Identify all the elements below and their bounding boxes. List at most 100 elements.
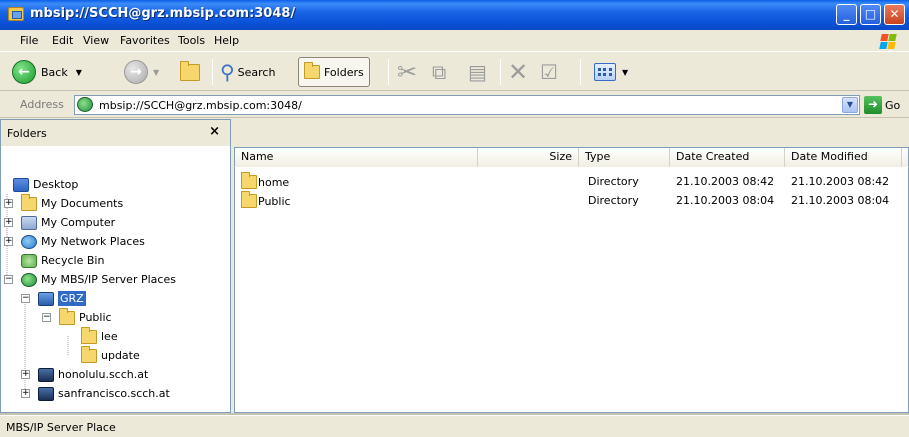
close-button[interactable]: ✕ <box>884 4 905 25</box>
file-list-header: Name Size Type Date Created Date Modifie… <box>234 147 909 167</box>
server-icon <box>38 386 54 401</box>
tree-item-my-network-places[interactable]: My Network Places <box>21 232 145 251</box>
minimize-button[interactable]: _ <box>836 4 857 25</box>
table-row[interactable]: Public Directory 21.10.2003 08:04 21.10.… <box>235 191 909 210</box>
desktop-icon <box>13 177 29 192</box>
computer-icon <box>21 215 37 230</box>
up-folder-icon <box>180 60 200 81</box>
tree-item-my-documents[interactable]: My Documents <box>21 193 124 213</box>
file-list: home Directory 21.10.2003 08:42 21.10.20… <box>234 167 909 413</box>
file-type: Directory <box>588 175 639 188</box>
forward-dropdown-icon[interactable]: ▼ <box>153 68 159 77</box>
cut-button[interactable]: ✂ <box>397 57 417 87</box>
tree-label: My Documents <box>41 197 124 210</box>
menu-help[interactable]: Help <box>214 34 239 47</box>
column-header-size[interactable]: Size <box>478 148 579 167</box>
delete-button[interactable]: ✕ <box>508 57 528 87</box>
file-created: 21.10.2003 08:04 <box>676 194 775 207</box>
tree-item-my-computer[interactable]: My Computer <box>21 213 115 232</box>
folders-tree: Desktop + My Documents + My Computer + M… <box>0 146 231 413</box>
properties-icon: ☑ <box>540 60 558 84</box>
forward-button[interactable]: → ▼ <box>124 57 159 87</box>
file-modified: 21.10.2003 08:04 <box>791 194 890 207</box>
mbs-server-places-icon <box>21 272 37 287</box>
menu-tools[interactable]: Tools <box>178 34 205 47</box>
folders-label: Folders <box>324 65 364 79</box>
collapse-toggle[interactable]: − <box>42 313 51 322</box>
tree-item-lee[interactable]: lee <box>81 326 118 346</box>
copy-button[interactable]: ⧉ <box>432 57 446 87</box>
tree-item-honolulu[interactable]: honolulu.scch.at <box>38 365 148 384</box>
views-dropdown-icon[interactable]: ▼ <box>622 68 628 77</box>
up-folder-button[interactable] <box>180 57 204 87</box>
menu-favorites[interactable]: Favorites <box>120 34 170 47</box>
back-dropdown-icon[interactable]: ▼ <box>76 68 82 77</box>
expand-toggle[interactable]: + <box>4 218 13 227</box>
views-icon <box>594 63 616 81</box>
toolbar-separator <box>388 59 389 85</box>
folder-window-icon <box>8 7 24 21</box>
address-value: mbsip://SCCH@grz.mbsip.com:3048/ <box>99 99 302 112</box>
tree-item-recycle-bin[interactable]: Recycle Bin <box>21 251 104 270</box>
maximize-button[interactable]: □ <box>860 4 881 25</box>
status-text: MBS/IP Server Place <box>6 421 116 434</box>
address-dropdown-icon[interactable]: ▼ <box>842 97 858 113</box>
menu-file[interactable]: File <box>20 34 38 47</box>
tree-item-update[interactable]: update <box>81 345 140 365</box>
tree-label: GRZ <box>58 291 86 306</box>
tree-item-sanfrancisco[interactable]: sanfrancisco.scch.at <box>38 384 170 403</box>
folders-button[interactable]: Folders <box>298 57 370 87</box>
paste-button[interactable]: ▤ <box>468 57 487 87</box>
server-icon <box>38 291 54 306</box>
file-name: Public <box>258 194 291 208</box>
expand-toggle[interactable]: + <box>21 389 30 398</box>
windows-logo-icon <box>873 31 905 51</box>
menu-edit[interactable]: Edit <box>52 34 73 47</box>
expand-toggle[interactable]: + <box>4 199 13 208</box>
folder-icon <box>59 307 75 325</box>
tree-label: Desktop <box>33 178 79 191</box>
tree-label: update <box>101 349 140 362</box>
tree-item-public[interactable]: Public <box>59 307 112 327</box>
folder-icon <box>81 345 97 363</box>
back-label: Back <box>41 65 68 79</box>
collapse-toggle[interactable]: − <box>4 275 13 284</box>
go-button[interactable]: ➜ Go <box>864 96 900 114</box>
server-icon <box>38 367 54 382</box>
menu-view[interactable]: View <box>83 34 109 47</box>
tree-label: honolulu.scch.at <box>58 368 149 381</box>
collapse-toggle[interactable]: − <box>21 294 30 303</box>
delete-x-icon: ✕ <box>508 58 529 86</box>
toolbar: ← Back ▼ → ▼ ⚲ Search Folders ✂ ⧉ ▤ ✕ ☑ … <box>0 53 909 91</box>
address-label: Address <box>20 98 64 111</box>
folders-pane-title: Folders <box>7 127 47 140</box>
table-row[interactable]: home Directory 21.10.2003 08:42 21.10.20… <box>235 172 909 191</box>
close-folders-pane-button[interactable]: × <box>209 124 220 139</box>
column-header-date-created[interactable]: Date Created <box>670 148 785 167</box>
status-bar: MBS/IP Server Place <box>0 415 909 437</box>
expand-toggle[interactable]: + <box>4 237 13 246</box>
address-bar: Address mbsip://SCCH@grz.mbsip.com:3048/… <box>0 92 909 118</box>
tree-item-mbs-server-places[interactable]: My MBS/IP Server Places <box>21 270 176 289</box>
title-bar: mbsip://SCCH@grz.mbsip.com:3048/ _ □ ✕ <box>0 0 909 30</box>
views-button[interactable]: ▼ <box>594 57 628 87</box>
column-header-type[interactable]: Type <box>579 148 670 167</box>
back-button[interactable]: ← Back ▼ <box>12 57 82 87</box>
column-header-name[interactable]: Name <box>235 148 478 167</box>
search-button[interactable]: ⚲ Search <box>220 57 275 87</box>
go-label: Go <box>885 98 901 112</box>
toolbar-separator <box>212 59 213 85</box>
file-name-cell: Public <box>241 191 291 208</box>
scissors-icon: ✂ <box>397 58 418 86</box>
file-name: home <box>258 175 290 189</box>
properties-button[interactable]: ☑ <box>540 57 558 87</box>
expand-toggle[interactable]: + <box>21 370 30 379</box>
column-header-date-modified[interactable]: Date Modified <box>785 148 902 167</box>
file-name-cell: home <box>241 172 290 189</box>
tree-label: My Network Places <box>41 235 145 248</box>
tree-item-grz[interactable]: GRZ <box>38 289 86 308</box>
folder-icon <box>21 193 37 211</box>
back-arrow-icon: ← <box>12 60 36 84</box>
tree-item-desktop[interactable]: Desktop <box>13 175 78 194</box>
address-input[interactable]: mbsip://SCCH@grz.mbsip.com:3048/ ▼ <box>74 95 860 115</box>
